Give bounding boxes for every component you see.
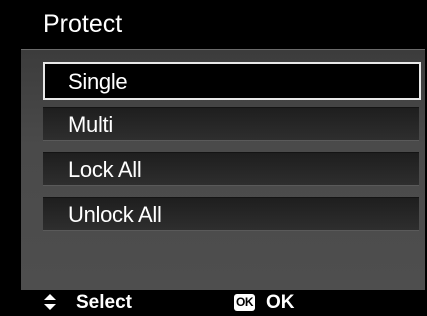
status-bar: Select OK OK <box>21 290 425 316</box>
menu-item-label: Unlock All <box>68 202 162 227</box>
ok-button-icon: OK <box>234 294 255 311</box>
menu-item-multi[interactable]: Multi <box>43 107 419 141</box>
menu-item-label: Single <box>68 69 128 94</box>
menu-item-unlock-all[interactable]: Unlock All <box>43 197 419 231</box>
page-title: Protect <box>43 10 123 38</box>
menu-item-lock-all[interactable]: Lock All <box>43 152 419 186</box>
ok-hint-label: OK <box>266 292 295 313</box>
menu-item-single[interactable]: Single <box>43 62 421 100</box>
select-hint-label: Select <box>76 292 132 313</box>
menu-panel: Single Multi Lock All Unlock All <box>21 50 425 290</box>
title-bar: Protect <box>21 0 425 50</box>
up-down-arrows-icon <box>44 294 56 310</box>
menu-item-label: Multi <box>68 112 113 137</box>
menu-item-label: Lock All <box>68 157 142 182</box>
